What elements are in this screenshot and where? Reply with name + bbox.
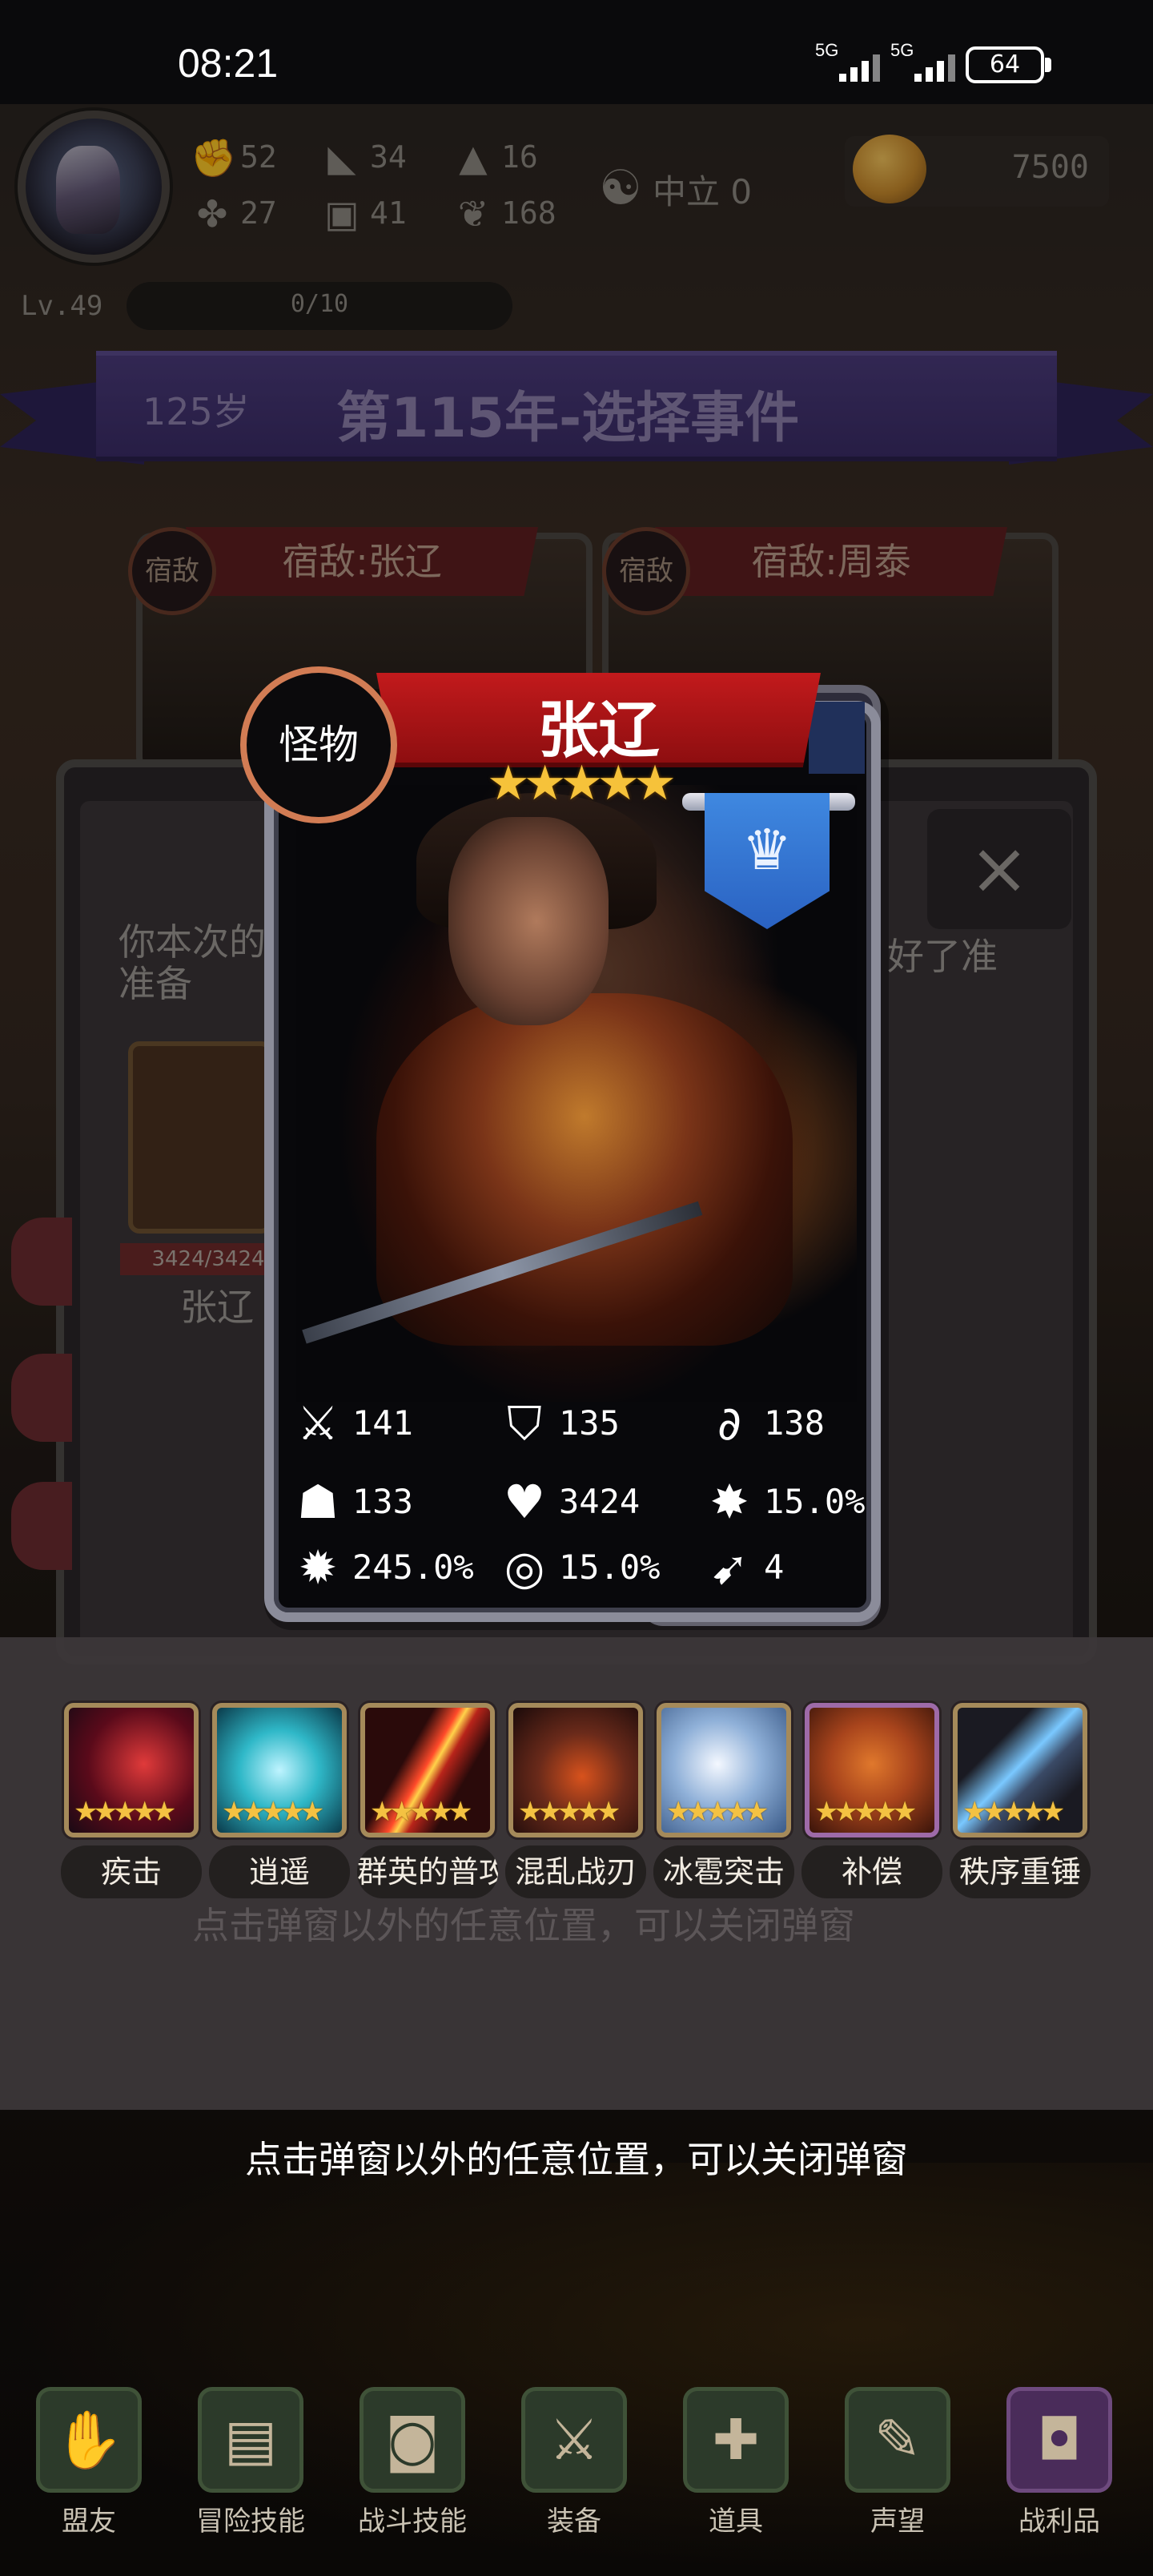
nav-loot[interactable]: ◘ 战利品 <box>999 2387 1119 2538</box>
nav-allies[interactable]: ✋ 盟友 <box>29 2387 149 2538</box>
book-icon: ▤ <box>198 2387 303 2493</box>
signal-label: 5G <box>890 40 914 60</box>
skill-stars: ★★★★★ <box>74 1796 176 1828</box>
stat-value: 3424 <box>559 1482 641 1521</box>
bag-icon: ✚ <box>683 2387 789 2493</box>
shield-icon: ⛉ <box>507 1396 542 1451</box>
signal-icon: 5G <box>890 40 955 82</box>
stat-value: 4 <box>764 1548 785 1587</box>
battery-level: 64 <box>989 50 1021 78</box>
backpack-icon: ◙ <box>360 2387 465 2493</box>
skill-item[interactable]: ★★★★★ 群英的普攻 <box>357 1703 498 1898</box>
nav-label: 声望 <box>870 2506 925 2538</box>
skill-stars: ★★★★★ <box>814 1796 917 1828</box>
stat-value: 133 <box>352 1482 413 1521</box>
treasure-chest-icon: ◘ <box>1006 2387 1112 2493</box>
signal-label: 5G <box>815 40 839 60</box>
crit-damage-icon: ✹ <box>298 1540 338 1595</box>
stat-value: 135 <box>559 1403 620 1443</box>
tornado-icon: ◎ <box>504 1540 545 1595</box>
portrait-face <box>448 817 609 1025</box>
signal-icon: 5G <box>815 40 880 82</box>
stat-value: 15.0% <box>764 1482 866 1521</box>
stat-value: 245.0% <box>352 1548 474 1587</box>
crossed-swords-icon: ⚔ <box>521 2387 627 2493</box>
helmet-icon: ☗ <box>297 1475 339 1529</box>
scroll-icon: ✎ <box>845 2387 950 2493</box>
skill-icon: ★★★★★ <box>805 1703 939 1837</box>
nav-battle-skills[interactable]: ◙ 战斗技能 <box>352 2387 472 2538</box>
monster-stars: ★★★★★ <box>487 755 677 811</box>
clock: 08:21 <box>178 41 279 86</box>
nav-items[interactable]: ✚ 道具 <box>676 2387 796 2538</box>
nav-label: 战斗技能 <box>358 2506 467 2538</box>
skill-item[interactable]: ★★★★★ 冰雹突击 <box>653 1703 794 1898</box>
stat-value: 15.0% <box>559 1548 661 1587</box>
nav-adventure-skills[interactable]: ▤ 冒险技能 <box>191 2387 311 2538</box>
skill-item[interactable]: ★★★★★ 补偿 <box>801 1703 942 1898</box>
skill-name: 疾击 <box>61 1845 202 1898</box>
skill-icon: ★★★★★ <box>508 1703 643 1837</box>
nav-reputation[interactable]: ✎ 声望 <box>838 2387 958 2538</box>
skill-stars: ★★★★★ <box>222 1796 324 1828</box>
skill-stars: ★★★★★ <box>370 1796 472 1828</box>
stat-value: 138 <box>764 1403 825 1443</box>
skill-item[interactable]: ★★★★★ 疾击 <box>61 1703 202 1898</box>
skill-item[interactable]: ★★★★★ 逍遥 <box>209 1703 350 1898</box>
skill-stars: ★★★★★ <box>962 1796 1065 1828</box>
stat-value: 141 <box>352 1403 413 1443</box>
nav-label: 装备 <box>547 2506 601 2538</box>
nav-label: 冒险技能 <box>196 2506 305 2538</box>
skill-icon: ★★★★★ <box>64 1703 199 1837</box>
skill-icon: ★★★★★ <box>657 1703 791 1837</box>
skill-name: 秩序重锤 <box>950 1845 1091 1898</box>
handshake-icon: ✋ <box>36 2387 142 2493</box>
skill-item[interactable]: ★★★★★ 秩序重锤 <box>950 1703 1091 1898</box>
skill-stars: ★★★★★ <box>518 1796 621 1828</box>
skill-name: 混乱战刃 <box>505 1845 646 1898</box>
skill-icon: ★★★★★ <box>212 1703 347 1837</box>
crit-icon: ✸ <box>709 1475 749 1529</box>
nav-equipment[interactable]: ⚔ 装备 <box>514 2387 634 2538</box>
skill-item[interactable]: ★★★★★ 混乱战刃 <box>505 1703 646 1898</box>
nav-label: 盟友 <box>62 2506 116 2538</box>
nav-label: 战利品 <box>1018 2506 1100 2538</box>
battery-icon: 64 <box>966 46 1044 83</box>
skill-icon: ★★★★★ <box>360 1703 495 1837</box>
skill-name: 群英的普攻 <box>357 1845 498 1898</box>
skill-stars: ★★★★★ <box>666 1796 769 1828</box>
drawer-hint-ghost: 点击弹窗以外的任意位置，可以关闭弹窗 <box>192 1904 855 1947</box>
magic-icon: ∂ <box>717 1396 741 1451</box>
monster-type-badge: 怪物 <box>240 666 397 823</box>
skill-name: 逍遥 <box>209 1845 350 1898</box>
crown-icon: ♛ <box>741 817 793 883</box>
battery-nub <box>1045 58 1051 72</box>
nav-label: 道具 <box>709 2506 763 2538</box>
close-hint: 点击弹窗以外的任意位置，可以关闭弹窗 <box>245 2138 908 2181</box>
skill-name: 补偿 <box>801 1845 942 1898</box>
heart-icon: ♥ <box>504 1475 545 1529</box>
speed-boot-icon: ➹ <box>709 1540 749 1595</box>
skill-icon: ★★★★★ <box>953 1703 1087 1837</box>
sword-icon: ⚔ <box>297 1396 339 1451</box>
skill-name: 冰雹突击 <box>653 1845 794 1898</box>
